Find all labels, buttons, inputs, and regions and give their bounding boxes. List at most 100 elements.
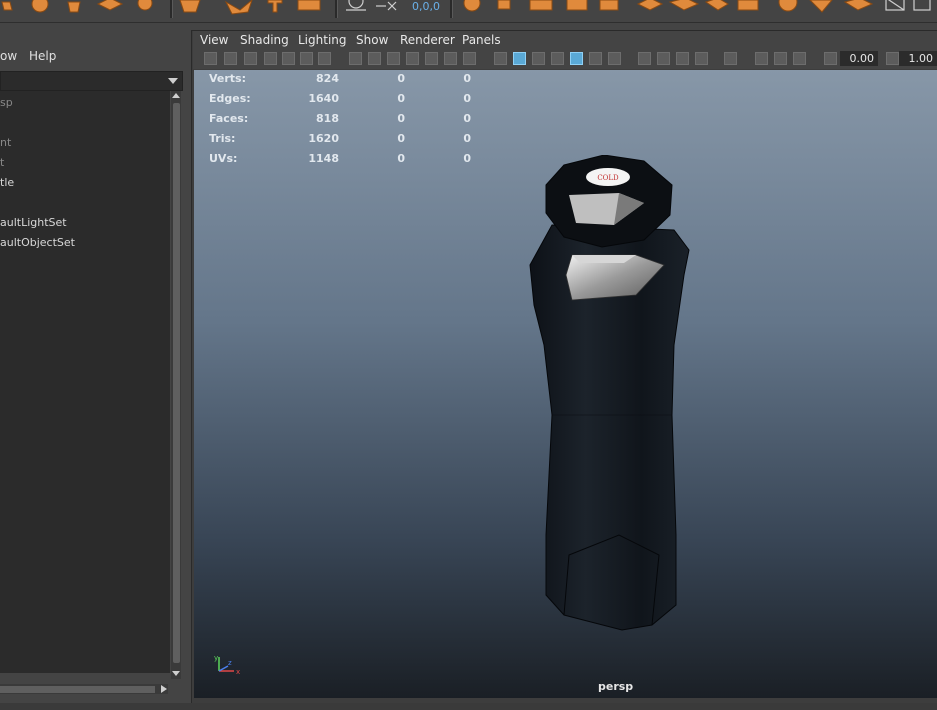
outliner-menu-show[interactable]: ow: [0, 49, 17, 63]
safe-title-icon[interactable]: [463, 52, 476, 65]
camera-attributes-icon[interactable]: [224, 52, 237, 65]
menu-panels[interactable]: Panels: [462, 33, 501, 47]
snap-align-icon[interactable]: [913, 0, 931, 11]
sphere-icon[interactable]: [31, 0, 49, 13]
outliner-item-persp[interactable]: sp: [0, 96, 13, 109]
extrude-icon[interactable]: [96, 0, 124, 11]
depth-of-field-icon[interactable]: [695, 52, 708, 65]
hud-value: 0: [463, 132, 471, 145]
hud-label: Verts:: [209, 72, 247, 85]
hud-value: 0: [463, 152, 471, 165]
exposure-field[interactable]: 0.00: [840, 51, 878, 66]
bottle-model[interactable]: COLD: [524, 155, 694, 635]
default-material-icon[interactable]: [532, 52, 545, 65]
paint-icon[interactable]: [297, 0, 321, 11]
hud-value: 0: [397, 92, 405, 105]
shadows-icon[interactable]: [608, 52, 621, 65]
scroll-down-icon[interactable]: [172, 671, 180, 676]
hud-value: 0: [463, 72, 471, 85]
rotate-icon[interactable]: [67, 1, 81, 13]
grease-pencil-icon[interactable]: [282, 52, 295, 65]
mirror-icon[interactable]: [737, 0, 759, 11]
fill-hole-icon[interactable]: [843, 0, 874, 11]
gate-mask-icon[interactable]: [406, 52, 419, 65]
xray-joints-icon[interactable]: [774, 52, 787, 65]
gamma-field[interactable]: 1.00: [899, 51, 937, 66]
2d-pan-zoom-icon[interactable]: [300, 52, 313, 65]
menu-show[interactable]: Show: [356, 33, 388, 47]
poly-disc-icon[interactable]: [566, 0, 588, 11]
camera-icon[interactable]: [346, 0, 366, 11]
poly-cube-icon[interactable]: [463, 0, 481, 12]
gamma-icon[interactable]: [886, 52, 899, 65]
field-chart-icon[interactable]: [425, 52, 438, 65]
image-plane-icon[interactable]: [264, 52, 277, 65]
hud-value: 1640: [308, 92, 339, 105]
outliner-tree[interactable]: sp nt t tle aultLightSet aultObjectSet: [0, 91, 170, 673]
uv-layout-icon[interactable]: [599, 0, 619, 11]
separate-icon[interactable]: [704, 0, 729, 11]
exposure-icon[interactable]: [824, 52, 837, 65]
outliner-item-default-light-set[interactable]: aultLightSet: [0, 216, 67, 229]
resolution-gate-icon[interactable]: [387, 52, 400, 65]
cap-label-text: COLD: [597, 174, 619, 182]
outliner-vertical-scrollbar[interactable]: [171, 91, 181, 679]
outliner-item-front[interactable]: nt: [0, 136, 11, 149]
hud-label: Edges:: [209, 92, 251, 105]
wireframe-icon[interactable]: [494, 52, 507, 65]
isolate-select-icon[interactable]: [724, 52, 737, 65]
merge-icon[interactable]: [809, 0, 833, 13]
outliner-filter-dropdown[interactable]: [0, 71, 183, 91]
xray-active-icon[interactable]: [755, 52, 768, 65]
scroll-up-icon[interactable]: [172, 93, 180, 98]
film-gate-icon[interactable]: [368, 52, 381, 65]
menu-view[interactable]: View: [200, 33, 228, 47]
menu-lighting[interactable]: Lighting: [298, 33, 347, 47]
outliner-item-default-object-set[interactable]: aultObjectSet: [0, 236, 75, 249]
target-weld-icon[interactable]: [778, 0, 798, 12]
anti-aliasing-icon[interactable]: [676, 52, 689, 65]
bookmark-icon[interactable]: [244, 52, 257, 65]
poly-grid-icon[interactable]: [529, 0, 553, 11]
move-xform-icon[interactable]: [376, 1, 397, 11]
axis-z-label: z: [228, 659, 232, 667]
wireframe-on-shaded-icon[interactable]: [551, 52, 564, 65]
menu-shading[interactable]: Shading: [240, 33, 289, 47]
hud-value: 0: [397, 112, 405, 125]
xray-icon[interactable]: [570, 52, 583, 65]
safe-action-icon[interactable]: [444, 52, 457, 65]
motion-blur-icon[interactable]: [657, 52, 670, 65]
3d-viewport[interactable]: Verts: 824 0 0 Edges: 1640 0 0 Faces: 81…: [194, 70, 937, 698]
cube-icon[interactable]: [1, 1, 13, 11]
view-axis-icon: y z x: [214, 654, 240, 676]
grid-display-icon[interactable]: [885, 0, 905, 11]
hud-value: 0: [463, 112, 471, 125]
text-tool-icon[interactable]: [267, 0, 283, 13]
scrollbar-thumb[interactable]: [0, 686, 155, 693]
grid-icon[interactable]: [349, 52, 362, 65]
outliner-menu-help[interactable]: Help: [29, 49, 56, 63]
scrollbar-thumb[interactable]: [173, 103, 180, 663]
poly-plane-icon[interactable]: [497, 0, 511, 10]
smooth-shade-icon[interactable]: [513, 52, 526, 65]
bevel-icon[interactable]: [137, 0, 153, 11]
outliner-item-bottle[interactable]: tle: [0, 176, 14, 189]
combine-icon[interactable]: [668, 0, 700, 11]
snap-icon[interactable]: [179, 0, 201, 13]
curve-tool-icon[interactable]: [224, 0, 253, 15]
hud-label: UVs:: [209, 152, 238, 165]
paint-brush-icon[interactable]: [318, 52, 331, 65]
outliner-item-right[interactable]: t: [0, 156, 4, 169]
outliner-horizontal-scrollbar[interactable]: [0, 684, 168, 694]
chevron-down-icon: [168, 78, 178, 84]
bridge-icon[interactable]: [636, 0, 664, 11]
shelf-icons-strip: [1, 0, 931, 15]
menu-renderer[interactable]: Renderer: [400, 33, 455, 47]
select-camera-icon[interactable]: [204, 52, 217, 65]
hud-label: Faces:: [209, 112, 249, 125]
use-lights-icon[interactable]: [589, 52, 602, 65]
ambient-occlusion-icon[interactable]: [638, 52, 651, 65]
hud-value: 0: [397, 72, 405, 85]
scroll-right-icon[interactable]: [160, 684, 168, 694]
textures-icon[interactable]: [793, 52, 806, 65]
